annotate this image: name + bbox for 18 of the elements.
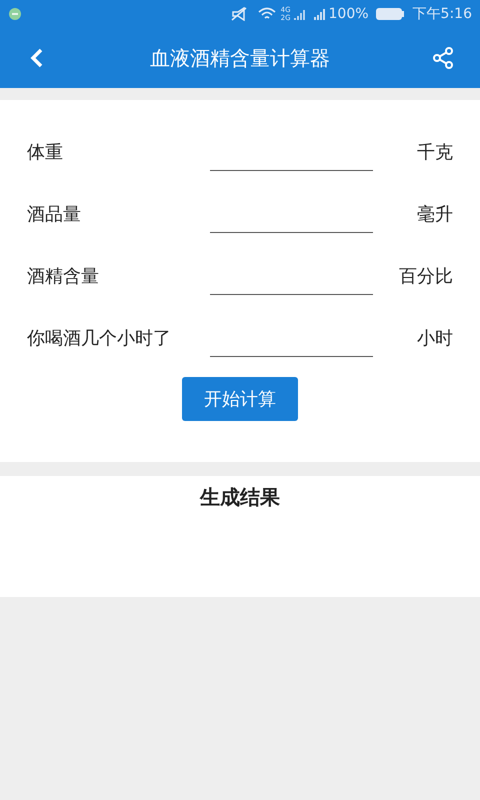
mute-icon: [230, 7, 249, 21]
field-label: 酒精含量: [27, 264, 100, 288]
signal-icon: [292, 7, 305, 21]
calculate-button[interactable]: 开始计算: [182, 377, 298, 421]
share-icon: [431, 46, 455, 70]
page-title: 血液酒精含量计算器: [149, 45, 331, 72]
signal-icon: [312, 7, 325, 21]
field-label: 体重: [27, 140, 64, 164]
unit-label: 百分比: [398, 264, 453, 288]
unit-label: 毫升: [416, 202, 453, 226]
field-label: 你喝酒几个小时了: [27, 326, 172, 350]
result-title: 生成结果: [200, 484, 280, 511]
unit-label: 千克: [416, 140, 453, 164]
battery-icon: [374, 7, 405, 21]
clock: 下午5:16: [412, 4, 472, 24]
unit-label: 小时: [416, 326, 453, 350]
battery-percent: 100%: [328, 4, 369, 24]
field-label: 酒品量: [27, 202, 82, 226]
